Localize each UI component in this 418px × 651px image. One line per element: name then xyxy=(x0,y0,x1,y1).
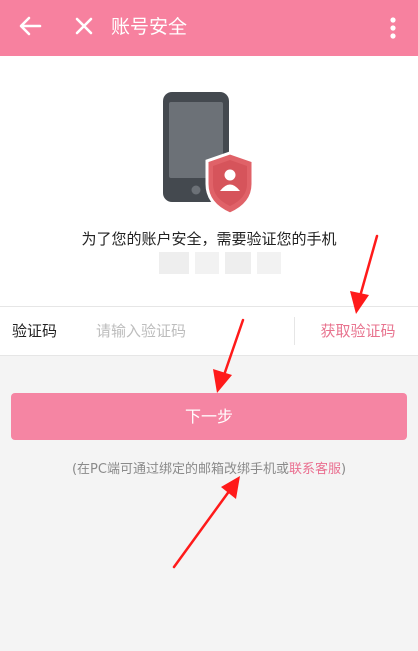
next-button[interactable]: 下一步 xyxy=(11,393,407,440)
verify-message: 为了您的账户安全，需要验证您的手机 xyxy=(81,230,337,248)
close-icon[interactable] xyxy=(70,12,98,40)
help-note: (在PC端可通过绑定的邮箱改绑手机或联系客服) xyxy=(0,461,418,479)
code-label: 验证码 xyxy=(12,322,58,340)
phone-shield-icon xyxy=(163,92,255,214)
masked-phone-number xyxy=(159,252,281,274)
page-title: 账号安全 xyxy=(111,16,188,38)
note-text: (在PC端可通过绑定的邮箱改绑手机或 xyxy=(71,462,289,477)
get-code-button[interactable]: 获取验证码 xyxy=(300,319,416,345)
app-bar: 账号安全 xyxy=(0,0,418,56)
annotation-arrow xyxy=(172,476,240,569)
verify-section: 为了您的账户安全，需要验证您的手机 xyxy=(0,56,418,306)
note-suffix: ) xyxy=(340,462,347,477)
arrow-left-icon[interactable] xyxy=(14,10,46,42)
divider xyxy=(294,317,295,345)
contact-support-link[interactable]: 联系客服 xyxy=(289,462,341,477)
more-vertical-icon[interactable] xyxy=(383,12,403,44)
verification-code-input[interactable] xyxy=(96,317,286,345)
verification-code-row: 验证码 获取验证码 xyxy=(0,306,418,356)
